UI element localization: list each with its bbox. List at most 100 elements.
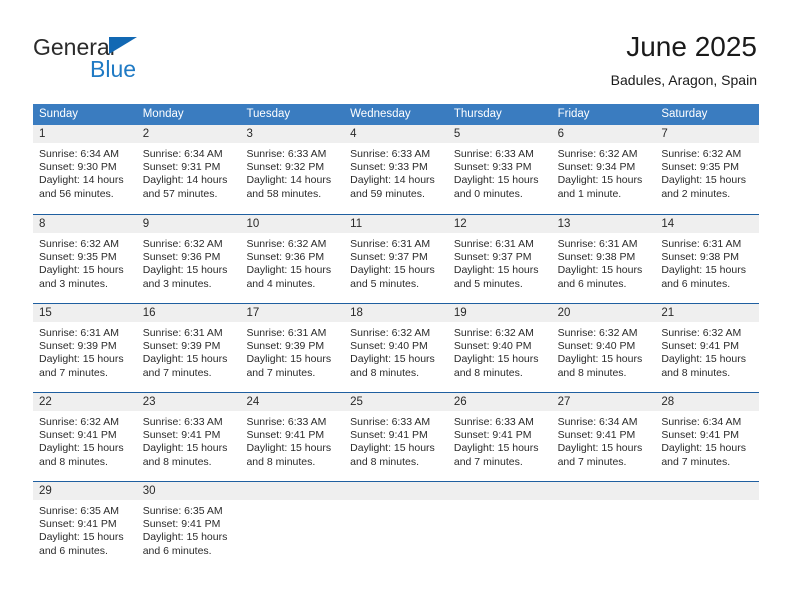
daylight-text-line1: Daylight: 15 hours: [142, 442, 228, 455]
daylight-text-line1: Daylight: 15 hours: [661, 442, 746, 455]
day-number: 27: [551, 393, 656, 411]
day-number: [240, 482, 345, 500]
week-row: 29 Sunrise: 6:35 AM Sunset: 9:41 PM Dayl…: [33, 481, 760, 570]
day-details: Sunrise: 6:32 AM Sunset: 9:41 PM Dayligh…: [655, 322, 759, 380]
day-cell[interactable]: 18 Sunrise: 6:32 AM Sunset: 9:40 PM Dayl…: [344, 304, 448, 392]
day-number: 18: [344, 304, 448, 322]
day-cell-empty: [655, 482, 760, 570]
sunset-text: Sunset: 9:30 PM: [39, 161, 117, 174]
sunset-text: Sunset: 9:41 PM: [39, 518, 117, 531]
day-details: Sunrise: 6:32 AM Sunset: 9:41 PM Dayligh…: [33, 411, 137, 469]
day-cell[interactable]: 27 Sunrise: 6:34 AM Sunset: 9:41 PM Dayl…: [551, 393, 656, 481]
day-cell[interactable]: 29 Sunrise: 6:35 AM Sunset: 9:41 PM Dayl…: [33, 482, 137, 570]
week-row: 15 Sunrise: 6:31 AM Sunset: 9:39 PM Dayl…: [33, 303, 760, 392]
sunset-text: Sunset: 9:41 PM: [39, 429, 117, 442]
day-number: 28: [655, 393, 760, 411]
daylight-text-line2: and 6 minutes.: [39, 544, 108, 557]
day-details: Sunrise: 6:33 AM Sunset: 9:41 PM Dayligh…: [344, 411, 448, 469]
day-cell[interactable]: 21 Sunrise: 6:32 AM Sunset: 9:41 PM Dayl…: [655, 304, 760, 392]
sunset-text: Sunset: 9:40 PM: [453, 340, 532, 353]
daylight-text-line1: Daylight: 15 hours: [557, 442, 643, 455]
day-details: [240, 500, 344, 505]
day-details: Sunrise: 6:34 AM Sunset: 9:31 PM Dayligh…: [137, 143, 241, 201]
day-cell[interactable]: 17 Sunrise: 6:31 AM Sunset: 9:39 PM Dayl…: [240, 304, 345, 392]
day-details: Sunrise: 6:31 AM Sunset: 9:39 PM Dayligh…: [33, 322, 137, 380]
sunset-text: Sunset: 9:34 PM: [557, 161, 636, 174]
day-cell[interactable]: 8 Sunrise: 6:32 AM Sunset: 9:35 PM Dayli…: [33, 215, 137, 303]
day-cell[interactable]: 26 Sunrise: 6:33 AM Sunset: 9:41 PM Dayl…: [447, 393, 552, 481]
day-cell[interactable]: 13 Sunrise: 6:31 AM Sunset: 9:38 PM Dayl…: [551, 215, 656, 303]
day-cell[interactable]: 6 Sunrise: 6:32 AM Sunset: 9:34 PM Dayli…: [551, 125, 656, 214]
day-cell-empty: [447, 482, 552, 570]
sunrise-text: Sunrise: 6:31 AM: [39, 327, 119, 339]
sunset-text: Sunset: 9:32 PM: [246, 161, 325, 174]
day-number: 9: [136, 215, 241, 233]
day-cell[interactable]: 25 Sunrise: 6:33 AM Sunset: 9:41 PM Dayl…: [344, 393, 448, 481]
week-row: 8 Sunrise: 6:32 AM Sunset: 9:35 PM Dayli…: [33, 214, 760, 303]
day-number: [344, 482, 448, 500]
daylight-text-line1: Daylight: 14 hours: [142, 174, 228, 187]
sunrise-text: Sunrise: 6:32 AM: [39, 416, 119, 428]
sunrise-text: Sunrise: 6:32 AM: [453, 327, 534, 339]
day-number: 16: [136, 304, 241, 322]
brand-name-general: General: [33, 34, 115, 60]
daylight-text-line2: and 7 minutes.: [246, 366, 316, 379]
day-cell[interactable]: 22 Sunrise: 6:32 AM Sunset: 9:41 PM Dayl…: [33, 393, 137, 481]
daylight-text-line2: and 7 minutes.: [661, 455, 731, 468]
daylight-text-line1: Daylight: 15 hours: [142, 531, 228, 544]
day-cell[interactable]: 20 Sunrise: 6:32 AM Sunset: 9:40 PM Dayl…: [551, 304, 656, 392]
day-cell[interactable]: 24 Sunrise: 6:33 AM Sunset: 9:41 PM Dayl…: [240, 393, 345, 481]
triangle-icon: [109, 37, 137, 54]
day-cell[interactable]: 15 Sunrise: 6:31 AM Sunset: 9:39 PM Dayl…: [33, 304, 137, 392]
sunset-text: Sunset: 9:41 PM: [453, 429, 532, 442]
day-cell[interactable]: 5 Sunrise: 6:33 AM Sunset: 9:33 PM Dayli…: [447, 125, 552, 214]
daylight-text-line1: Daylight: 15 hours: [557, 174, 643, 187]
sunrise-text: Sunrise: 6:35 AM: [39, 505, 119, 517]
day-cell[interactable]: 28 Sunrise: 6:34 AM Sunset: 9:41 PM Dayl…: [655, 393, 760, 481]
daylight-text-line2: and 8 minutes.: [39, 455, 108, 468]
day-cell[interactable]: 4 Sunrise: 6:33 AM Sunset: 9:33 PM Dayli…: [344, 125, 448, 214]
week-row: 1 Sunrise: 6:34 AM Sunset: 9:30 PM Dayli…: [33, 125, 760, 214]
weekday-header-wednesday: Wednesday: [350, 108, 411, 120]
day-cell[interactable]: 12 Sunrise: 6:31 AM Sunset: 9:37 PM Dayl…: [447, 215, 552, 303]
sunrise-text: Sunrise: 6:32 AM: [142, 238, 223, 250]
day-number: 24: [240, 393, 345, 411]
day-cell[interactable]: 23 Sunrise: 6:33 AM Sunset: 9:41 PM Dayl…: [136, 393, 241, 481]
day-cell[interactable]: 30 Sunrise: 6:35 AM Sunset: 9:41 PM Dayl…: [136, 482, 241, 570]
day-number: 15: [33, 304, 137, 322]
daylight-text-line1: Daylight: 15 hours: [350, 442, 435, 455]
sunrise-text: Sunrise: 6:32 AM: [350, 327, 431, 339]
day-cell[interactable]: 10 Sunrise: 6:32 AM Sunset: 9:36 PM Dayl…: [240, 215, 345, 303]
daylight-text-line2: and 8 minutes.: [557, 366, 627, 379]
day-cell[interactable]: 1 Sunrise: 6:34 AM Sunset: 9:30 PM Dayli…: [33, 125, 137, 214]
sunset-text: Sunset: 9:41 PM: [557, 429, 636, 442]
page-title: June 2025: [626, 31, 757, 62]
day-details: Sunrise: 6:32 AM Sunset: 9:36 PM Dayligh…: [240, 233, 344, 291]
daylight-text-line1: Daylight: 15 hours: [661, 264, 746, 277]
day-cell[interactable]: 11 Sunrise: 6:31 AM Sunset: 9:37 PM Dayl…: [344, 215, 448, 303]
brand-logo[interactable]: General Blue: [33, 36, 273, 86]
day-cell[interactable]: 19 Sunrise: 6:32 AM Sunset: 9:40 PM Dayl…: [447, 304, 552, 392]
day-cell[interactable]: 9 Sunrise: 6:32 AM Sunset: 9:36 PM Dayli…: [136, 215, 241, 303]
day-details: Sunrise: 6:32 AM Sunset: 9:40 PM Dayligh…: [448, 322, 552, 380]
day-cell[interactable]: 14 Sunrise: 6:31 AM Sunset: 9:38 PM Dayl…: [655, 215, 760, 303]
sunrise-text: Sunrise: 6:32 AM: [39, 238, 119, 250]
sunset-text: Sunset: 9:37 PM: [350, 251, 428, 264]
day-number: 26: [447, 393, 552, 411]
day-details: Sunrise: 6:33 AM Sunset: 9:33 PM Dayligh…: [344, 143, 448, 201]
day-details: Sunrise: 6:31 AM Sunset: 9:39 PM Dayligh…: [137, 322, 241, 380]
sunrise-text: Sunrise: 6:33 AM: [350, 416, 431, 428]
day-cell[interactable]: 16 Sunrise: 6:31 AM Sunset: 9:39 PM Dayl…: [136, 304, 241, 392]
daylight-text-line1: Daylight: 14 hours: [246, 174, 332, 187]
day-cell[interactable]: 7 Sunrise: 6:32 AM Sunset: 9:35 PM Dayli…: [655, 125, 760, 214]
day-details: Sunrise: 6:35 AM Sunset: 9:41 PM Dayligh…: [33, 500, 137, 558]
day-cell[interactable]: 3 Sunrise: 6:33 AM Sunset: 9:32 PM Dayli…: [240, 125, 345, 214]
daylight-text-line2: and 2 minutes.: [661, 187, 731, 200]
sunrise-text: Sunrise: 6:33 AM: [246, 416, 327, 428]
weekday-header-thursday: Thursday: [453, 108, 502, 120]
day-details: Sunrise: 6:32 AM Sunset: 9:40 PM Dayligh…: [344, 322, 448, 380]
sunrise-text: Sunrise: 6:32 AM: [557, 148, 638, 160]
day-details: [655, 500, 759, 505]
day-cell[interactable]: 2 Sunrise: 6:34 AM Sunset: 9:31 PM Dayli…: [136, 125, 241, 214]
day-number: 10: [240, 215, 345, 233]
